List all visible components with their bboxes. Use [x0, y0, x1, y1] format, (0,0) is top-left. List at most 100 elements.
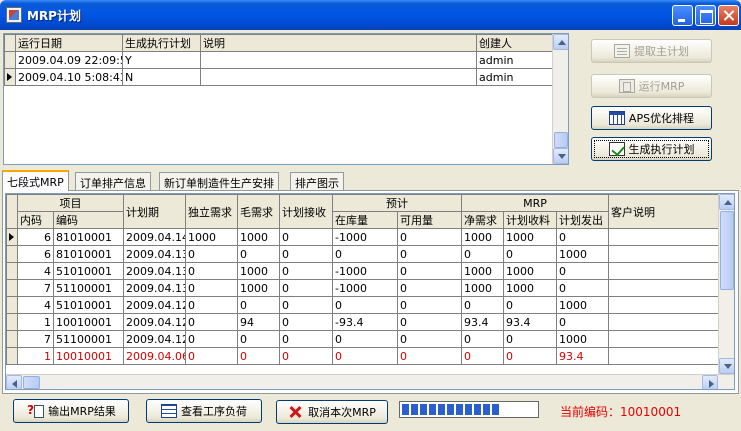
cell-period[interactable]: 2009.04.13 — [123, 262, 186, 280]
cell-gross[interactable]: 94 — [237, 313, 280, 331]
cell-note[interactable] — [608, 279, 722, 297]
cell-onhand[interactable]: 0 — [332, 330, 398, 348]
cell-note[interactable] — [608, 313, 722, 331]
scroll-thumb[interactable] — [23, 376, 40, 389]
table-row[interactable]: 2009.04.09 22:09:59 Yadmin — [4, 51, 553, 69]
cell-creator[interactable]: admin — [476, 68, 553, 86]
cell-receipt[interactable]: 0 — [279, 296, 333, 314]
cell-indep[interactable]: 0 — [185, 330, 238, 348]
col-run-date[interactable]: 运行日期 — [15, 34, 123, 52]
cell-note[interactable] — [608, 330, 722, 348]
table-row[interactable]: 1 10010001 2009.04.06 0 0 0 0 0 0 0 93.4 — [6, 347, 722, 365]
cell-avail[interactable]: 0 — [397, 313, 462, 331]
cell-recv[interactable]: 1000 — [503, 279, 557, 297]
cell-avail[interactable]: 0 — [397, 347, 462, 365]
cell-net[interactable]: 1000 — [461, 228, 504, 246]
cell-date[interactable]: 2009.04.09 22:09:59 — [15, 51, 123, 69]
cell-avail[interactable]: 0 — [397, 279, 462, 297]
cell-net[interactable]: 0 — [461, 330, 504, 348]
cell-code[interactable]: 51100001 — [53, 330, 124, 348]
cell-note[interactable] — [608, 228, 722, 246]
cell-recv[interactable]: 0 — [503, 347, 557, 365]
cell-inner[interactable]: 1 — [17, 347, 54, 365]
row-header[interactable] — [6, 313, 18, 331]
cell-inner[interactable]: 7 — [17, 330, 54, 348]
table-row[interactable]: 1 10010001 2009.04.12 0 94 0 -93.4 0 93.4 93.4 0 — [6, 313, 722, 331]
tab-seven-stage-mrp[interactable]: 七段式MRP — [2, 170, 69, 191]
col-gen-plan[interactable]: 生成执行计划 — [122, 34, 201, 52]
cell-gross[interactable]: 1000 — [237, 262, 280, 280]
row-header[interactable] — [6, 262, 18, 280]
cell-release[interactable]: 0 — [556, 228, 609, 246]
cell-period[interactable]: 2009.04.12 — [123, 330, 186, 348]
cell-onhand[interactable]: -93.4 — [332, 313, 398, 331]
cell-note[interactable] — [608, 245, 722, 263]
cell-period[interactable]: 2009.04.12 — [123, 296, 186, 314]
cell-period[interactable]: 2009.04.13 — [123, 279, 186, 297]
fetch-master-plan-button[interactable]: 提取主计划 — [591, 39, 712, 63]
cell-inner[interactable]: 6 — [17, 245, 54, 263]
generate-plan-button[interactable]: 生成执行计划 — [591, 137, 712, 161]
title-bar[interactable]: MRP计划 — [0, 0, 741, 30]
cell-net[interactable]: 0 — [461, 347, 504, 365]
cell-net[interactable]: 1000 — [461, 279, 504, 297]
cell-code[interactable]: 81010001 — [53, 228, 124, 246]
col-code[interactable]: 编码 — [53, 211, 124, 229]
scroll-up-button[interactable] — [553, 34, 568, 50]
cell-onhand[interactable]: 0 — [332, 347, 398, 365]
cell-code[interactable]: 10010001 — [53, 347, 124, 365]
cell-period[interactable]: 2009.04.14 — [123, 228, 186, 246]
close-button[interactable] — [718, 5, 739, 26]
mrp-grid-hscroll[interactable] — [6, 374, 734, 389]
row-header[interactable] — [6, 279, 18, 297]
cell-period[interactable]: 2009.04.12 — [123, 313, 186, 331]
cell-indep[interactable]: 0 — [185, 262, 238, 280]
cell-net[interactable]: 93.4 — [461, 313, 504, 331]
cell-recv[interactable]: 1000 — [503, 228, 557, 246]
row-header[interactable] — [6, 347, 18, 365]
cell-onhand[interactable]: 0 — [332, 245, 398, 263]
scroll-down-button[interactable] — [719, 358, 734, 374]
cell-receipt[interactable]: 0 — [279, 313, 333, 331]
cell-creator[interactable]: admin — [476, 51, 553, 69]
cell-period[interactable]: 2009.04.06 — [123, 347, 186, 365]
cell-indep[interactable]: 0 — [185, 296, 238, 314]
col-plan-receive[interactable]: 计划收料 — [503, 211, 557, 229]
cell-gross[interactable]: 0 — [237, 347, 280, 365]
row-header[interactable] — [6, 228, 18, 246]
cell-recv[interactable]: 1000 — [503, 262, 557, 280]
scroll-up-button[interactable] — [719, 194, 734, 210]
export-mrp-button[interactable]: 输出MRP结果 — [13, 399, 129, 423]
col-planned-receipt[interactable]: 计划接收 — [279, 194, 333, 229]
cell-avail[interactable]: 0 — [397, 330, 462, 348]
cell-release[interactable]: 1000 — [556, 330, 609, 348]
cell-receipt[interactable]: 0 — [279, 347, 333, 365]
cell-receipt[interactable]: 0 — [279, 262, 333, 280]
plan-grid-vscroll[interactable] — [552, 34, 568, 164]
table-row[interactable]: 4 51010001 2009.04.13 0 1000 0 -1000 0 1000 1000 0 — [6, 262, 722, 280]
row-header[interactable] — [6, 296, 18, 314]
col-customer-note[interactable]: 客户说明 — [608, 194, 722, 229]
run-mrp-button[interactable]: 运行MRP — [591, 74, 712, 98]
table-row[interactable]: 4 51010001 2009.04.12 0 0 0 0 0 0 0 1000 — [6, 296, 722, 314]
cell-recv[interactable]: 93.4 — [503, 313, 557, 331]
cell-release[interactable]: 93.4 — [556, 347, 609, 365]
cell-indep[interactable]: 0 — [185, 313, 238, 331]
cell-inner[interactable]: 4 — [17, 296, 54, 314]
cell-inner[interactable]: 7 — [17, 279, 54, 297]
table-row[interactable]: 2009.04.10 5:08:43 Nadmin — [4, 68, 553, 86]
cell-gross[interactable]: 0 — [237, 296, 280, 314]
cell-net[interactable]: 0 — [461, 296, 504, 314]
cell-code[interactable]: 51010001 — [53, 262, 124, 280]
minimize-button[interactable] — [672, 5, 693, 26]
cell-receipt[interactable]: 0 — [279, 279, 333, 297]
cell-inner[interactable]: 1 — [17, 313, 54, 331]
cell-avail[interactable]: 0 — [397, 245, 462, 263]
cell-indep[interactable]: 1000 — [185, 228, 238, 246]
cell-recv[interactable]: 0 — [503, 245, 557, 263]
col-inner-code[interactable]: 内码 — [17, 211, 54, 229]
aps-schedule-button[interactable]: APS优化排程 — [591, 106, 712, 130]
cell-gross[interactable]: 0 — [237, 245, 280, 263]
cell-receipt[interactable]: 0 — [279, 330, 333, 348]
cell-code[interactable]: 81010001 — [53, 245, 124, 263]
